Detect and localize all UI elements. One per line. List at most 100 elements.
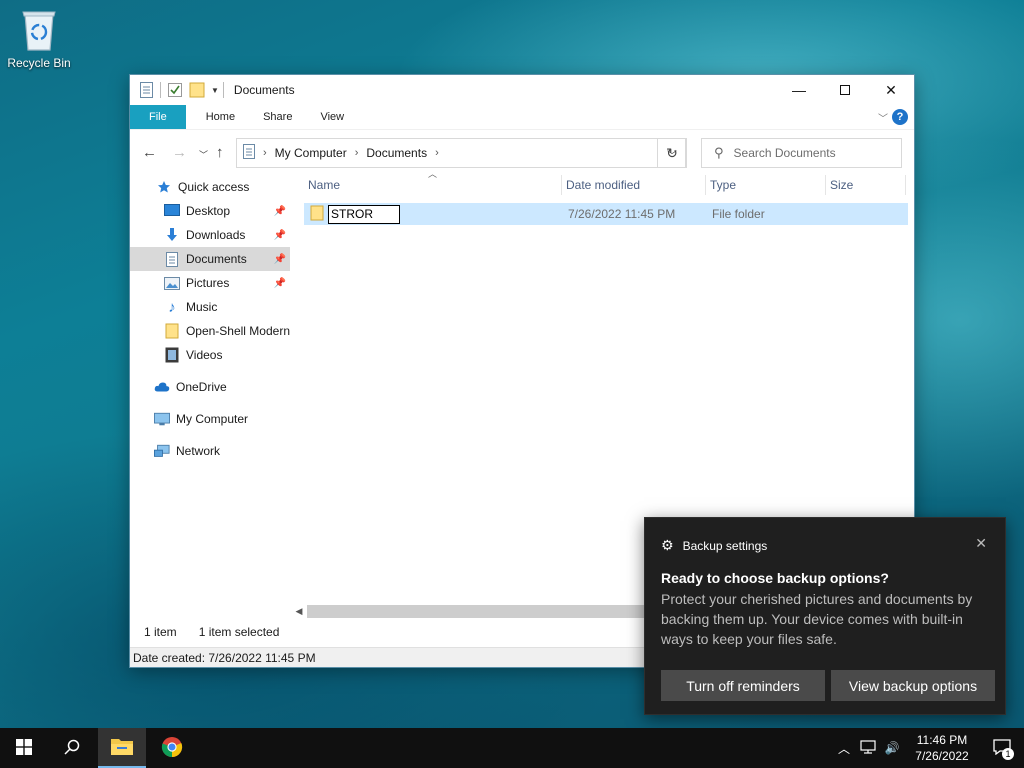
address-bar[interactable]: › My Computer › Documents › ﹀: [236, 138, 686, 168]
horizontal-scrollbar[interactable]: ◀: [291, 603, 651, 620]
tab-home[interactable]: Home: [192, 105, 249, 129]
nav-music[interactable]: ♪ Music: [130, 295, 290, 319]
documents-icon: [164, 251, 180, 267]
status-bar: 1 item 1 item selected: [144, 625, 279, 639]
breadcrumb-chevron-icon[interactable]: ›: [435, 147, 439, 159]
recycle-bin-label: Recycle Bin: [7, 56, 71, 70]
breadcrumb-my-computer[interactable]: My Computer: [275, 146, 347, 160]
search-box[interactable]: ⚲: [701, 138, 902, 168]
network-icon: [154, 443, 170, 459]
nav-onedrive[interactable]: OneDrive: [130, 375, 290, 399]
nav-label: Open-Shell Modern: [185, 324, 290, 338]
maximize-button[interactable]: [822, 75, 868, 105]
toast-title: Ready to choose backup options?: [661, 570, 889, 586]
recent-locations-chevron-icon[interactable]: ﹀: [199, 148, 208, 161]
scroll-left-icon[interactable]: ◀: [291, 606, 307, 617]
chrome-icon: [161, 736, 183, 761]
sort-ascending-icon: ︿: [428, 169, 438, 179]
clock[interactable]: 11:46 PM 7/26/2022: [904, 732, 980, 764]
forward-arrow-icon[interactable]: →: [172, 144, 187, 161]
nav-network[interactable]: Network: [130, 439, 290, 463]
folder-icon: [310, 205, 324, 224]
recycle-bin-icon: [19, 8, 59, 52]
tab-file[interactable]: File: [130, 105, 186, 129]
breadcrumb-chevron-icon[interactable]: ›: [355, 147, 359, 159]
toast-header: ⚙ Backup settings: [661, 537, 767, 554]
toast-close-button[interactable]: ✕: [975, 535, 987, 552]
tab-view[interactable]: View: [306, 105, 358, 129]
window-title: Documents: [233, 83, 295, 97]
nav-label: Quick access: [178, 180, 250, 194]
column-header-type[interactable]: Type: [706, 175, 826, 195]
nav-downloads[interactable]: Downloads 📌: [130, 223, 290, 247]
breadcrumb-documents[interactable]: Documents: [366, 146, 427, 160]
up-arrow-icon[interactable]: ↑: [216, 144, 224, 161]
nav-videos[interactable]: Videos: [130, 343, 290, 367]
nav-desktop[interactable]: Desktop 📌: [130, 199, 290, 223]
taskbar: ︿ 🔊 11:46 PM 7/26/2022 1: [0, 728, 1024, 768]
pin-icon[interactable]: 📌: [274, 254, 286, 265]
back-arrow-icon[interactable]: ←: [142, 144, 157, 161]
nav-label: Desktop: [186, 204, 231, 218]
column-header-date-modified[interactable]: Date modified: [562, 175, 706, 195]
rename-input[interactable]: [328, 204, 400, 224]
search-input[interactable]: [733, 146, 884, 160]
close-button[interactable]: ✕: [868, 75, 914, 105]
minimize-button[interactable]: —: [776, 75, 822, 105]
pictures-icon: [164, 275, 180, 291]
refresh-button[interactable]: ↻: [657, 138, 687, 168]
window-controls: — ✕: [776, 75, 914, 105]
table-row[interactable]: 7/26/2022 11:45 PM File folder: [304, 203, 908, 225]
documents-location-icon: [243, 144, 255, 162]
start-button[interactable]: [0, 728, 48, 768]
computer-icon: [154, 411, 170, 427]
customize-toolbar-chevron-icon[interactable]: ▼: [211, 86, 219, 95]
view-backup-options-button[interactable]: View backup options: [831, 670, 995, 701]
new-folder-icon[interactable]: [189, 81, 205, 99]
item-count: 1 item: [144, 625, 177, 639]
ribbon-tabs: File Home Share View ﹀ ?: [130, 105, 914, 129]
nav-label: Network: [176, 444, 221, 458]
pin-icon[interactable]: 📌: [274, 278, 286, 289]
backup-notification-toast[interactable]: ⚙ Backup settings ✕ Ready to choose back…: [644, 517, 1006, 715]
chrome-taskbar-button[interactable]: [148, 728, 196, 768]
volume-icon[interactable]: 🔊: [880, 741, 904, 755]
music-note-icon: ♪: [168, 298, 176, 316]
tab-share[interactable]: Share: [249, 105, 306, 129]
row-type: File folder: [712, 207, 765, 221]
turn-off-reminders-button[interactable]: Turn off reminders: [661, 670, 825, 701]
scrollbar-thumb[interactable]: [307, 605, 651, 618]
close-icon: ✕: [885, 81, 897, 98]
properties-check-icon[interactable]: [167, 81, 183, 99]
search-taskbar-button[interactable]: [48, 728, 96, 768]
clock-time: 11:46 PM: [916, 733, 968, 747]
nav-my-computer[interactable]: My Computer: [130, 407, 290, 431]
minimize-icon: —: [792, 82, 806, 98]
toast-actions: Turn off reminders View backup options: [661, 670, 995, 701]
file-explorer-icon: [110, 736, 134, 759]
pin-icon[interactable]: 📌: [274, 230, 286, 241]
network-status-icon[interactable]: [856, 739, 880, 757]
breadcrumb-chevron-icon[interactable]: ›: [263, 147, 267, 159]
nav-pictures[interactable]: Pictures 📌: [130, 271, 290, 295]
recycle-bin-desktop-icon[interactable]: Recycle Bin: [4, 8, 74, 70]
nav-label: Videos: [186, 348, 223, 362]
title-bar: ▼ Documents — ✕: [130, 75, 914, 105]
help-icon[interactable]: ?: [892, 109, 908, 125]
quick-access-toolbar: ▼: [130, 75, 219, 105]
show-hidden-icons-chevron-icon[interactable]: ︿: [832, 740, 856, 757]
cloud-icon: [154, 379, 170, 395]
document-icon[interactable]: [138, 81, 154, 99]
action-center-button[interactable]: 1: [980, 728, 1024, 768]
nav-quick-access[interactable]: Quick access: [130, 175, 290, 199]
column-header-size[interactable]: Size: [826, 175, 906, 195]
nav-documents[interactable]: Documents 📌: [130, 247, 290, 271]
videos-film-icon: [164, 347, 180, 363]
expand-ribbon-chevron-icon[interactable]: ﹀: [878, 110, 888, 125]
navigation-pane: Quick access Desktop 📌 Downloads 📌 Docum…: [130, 175, 290, 615]
pin-icon[interactable]: 📌: [274, 206, 286, 217]
nav-label: Music: [186, 300, 218, 314]
file-explorer-taskbar-button[interactable]: [98, 728, 146, 768]
nav-open-shell-modern[interactable]: Open-Shell Modern: [130, 319, 290, 343]
close-icon: ✕: [975, 535, 987, 551]
